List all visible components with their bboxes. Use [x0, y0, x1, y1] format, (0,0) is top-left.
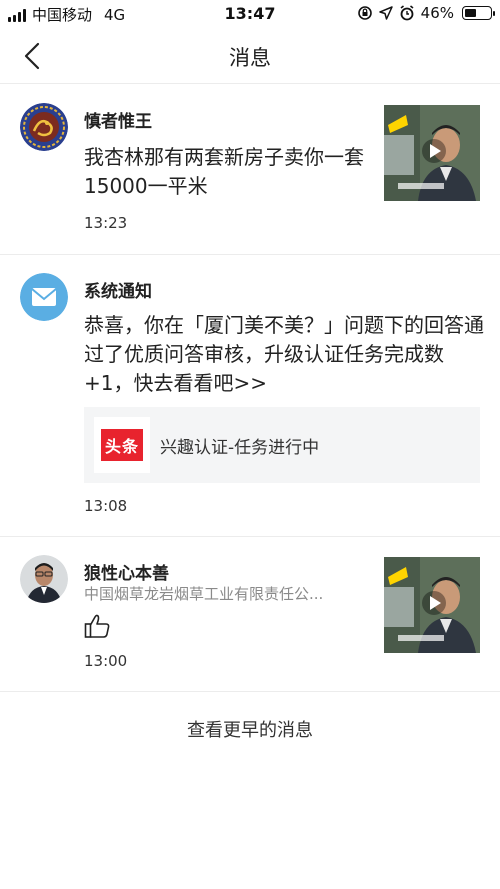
- status-right: 46%: [357, 4, 495, 22]
- message-text: 我杏林那有两套新房子卖你一套15000一平米: [84, 145, 364, 198]
- person-avatar[interactable]: [20, 555, 68, 603]
- message-item[interactable]: 狼性心本善 中国烟草龙岩烟草工业有限责任公... 13:00: [0, 537, 500, 692]
- status-bar: 中国移动 4G 13:47 46%: [0, 0, 500, 28]
- rotation-lock-icon: [357, 6, 372, 20]
- message-time: 13:23: [84, 214, 128, 232]
- sender-name[interactable]: 系统通知: [84, 277, 152, 302]
- video-thumbnail[interactable]: [384, 557, 480, 653]
- sender-name[interactable]: 慎者惟王: [84, 107, 152, 132]
- thumbs-up-icon: [84, 614, 110, 638]
- toutiao-logo: 头条: [94, 417, 150, 473]
- sender-subtitle: 中国烟草龙岩烟草工业有限责任公...: [84, 585, 324, 603]
- video-thumbnail[interactable]: [384, 105, 480, 201]
- battery-percent: 46%: [420, 4, 454, 22]
- page-title: 消息: [229, 46, 271, 70]
- nav-bar: 消息: [0, 28, 500, 84]
- location-icon: [378, 6, 393, 20]
- dragon-emblem-avatar[interactable]: [20, 103, 68, 151]
- battery-icon: [462, 6, 495, 20]
- toutiao-logo-text: 头条: [100, 429, 143, 461]
- message-text[interactable]: 恭喜，你在「厦门美不美？」问题下的回答通过了优质问答审核，升级认证任务完成数+1…: [84, 311, 484, 398]
- message-time: 13:08: [84, 497, 128, 515]
- card-label: 兴趣认证-任务进行中: [160, 438, 320, 458]
- sender-name[interactable]: 狼性心本善: [84, 559, 169, 584]
- alarm-icon: [400, 5, 414, 21]
- message-item[interactable]: 系统通知 恭喜，你在「厦门美不美？」问题下的回答通过了优质问答审核，升级认证任务…: [0, 255, 500, 537]
- message-time: 13:00: [84, 652, 128, 670]
- mail-icon[interactable]: [20, 273, 68, 321]
- message-item[interactable]: 慎者惟王 我杏林那有两套新房子卖你一套15000一平米 13:23: [0, 85, 500, 255]
- view-earlier-messages-link[interactable]: 查看更早的消息: [0, 716, 500, 742]
- task-link-card[interactable]: 头条 兴趣认证-任务进行中: [84, 407, 480, 483]
